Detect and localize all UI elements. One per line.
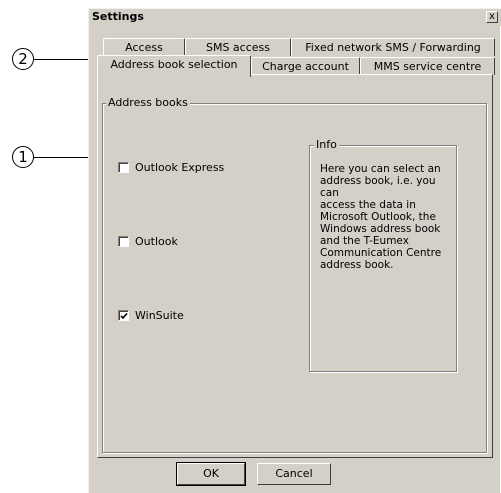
callout-number: 2 bbox=[18, 49, 28, 68]
info-description: Here you can select an address book, i.e… bbox=[320, 163, 452, 271]
callout-number: 1 bbox=[18, 147, 28, 166]
ok-button[interactable]: OK bbox=[176, 462, 246, 486]
checkmark-icon bbox=[120, 312, 128, 320]
tab-panel: Address books Outlook Express Outlook Wi… bbox=[97, 74, 493, 458]
tab-label: Address book selection bbox=[110, 58, 238, 71]
option-winsuite[interactable]: WinSuite bbox=[118, 309, 184, 322]
info-line: Windows address book bbox=[320, 223, 441, 235]
callout-marker-2: 2 bbox=[12, 48, 34, 70]
tab-fixed-network-sms[interactable]: Fixed network SMS / Forwarding bbox=[291, 38, 495, 56]
checkbox[interactable] bbox=[118, 236, 129, 247]
tab-mms-service-centre[interactable]: MMS service centre bbox=[360, 57, 495, 75]
tab-address-book-selection[interactable]: Address book selection bbox=[97, 55, 251, 77]
info-line: address book, i.e. you can bbox=[320, 175, 436, 199]
tab-label: MMS service centre bbox=[373, 60, 482, 73]
checkbox-checked[interactable] bbox=[118, 310, 129, 321]
info-line: address book. bbox=[320, 259, 394, 271]
cancel-button[interactable]: Cancel bbox=[257, 463, 331, 485]
option-label: Outlook Express bbox=[135, 161, 225, 174]
option-outlook-express[interactable]: Outlook Express bbox=[118, 161, 224, 174]
info-line: access the data in bbox=[320, 199, 416, 211]
address-books-group-label: Address books bbox=[106, 96, 190, 109]
tab-access[interactable]: Access bbox=[103, 38, 185, 56]
info-line: Here you can select an bbox=[320, 163, 441, 175]
option-label: WinSuite bbox=[135, 309, 184, 322]
option-label: Outlook bbox=[135, 235, 178, 248]
info-line: Microsoft Outlook, the bbox=[320, 211, 436, 223]
checkbox[interactable] bbox=[118, 162, 129, 173]
tab-label: Access bbox=[125, 41, 163, 54]
dialog-title: Settings bbox=[92, 10, 144, 23]
info-line: Communication Centre bbox=[320, 247, 442, 259]
info-group-label: Info bbox=[314, 138, 339, 151]
callout-marker-1: 1 bbox=[12, 146, 34, 168]
tab-label: SMS access bbox=[205, 41, 271, 54]
tab-label: Fixed network SMS / Forwarding bbox=[305, 41, 481, 54]
info-line: and the T-Eumex bbox=[320, 235, 409, 247]
tab-sms-access[interactable]: SMS access bbox=[185, 38, 291, 56]
close-button[interactable]: x bbox=[486, 11, 498, 23]
tab-label: Charge account bbox=[262, 60, 349, 73]
settings-dialog: Settings x Access SMS access Fixed netwo… bbox=[88, 8, 501, 493]
tab-charge-account[interactable]: Charge account bbox=[251, 57, 360, 75]
close-icon: x bbox=[489, 11, 495, 22]
title-bar: Settings x bbox=[89, 9, 501, 26]
option-outlook[interactable]: Outlook bbox=[118, 235, 178, 248]
